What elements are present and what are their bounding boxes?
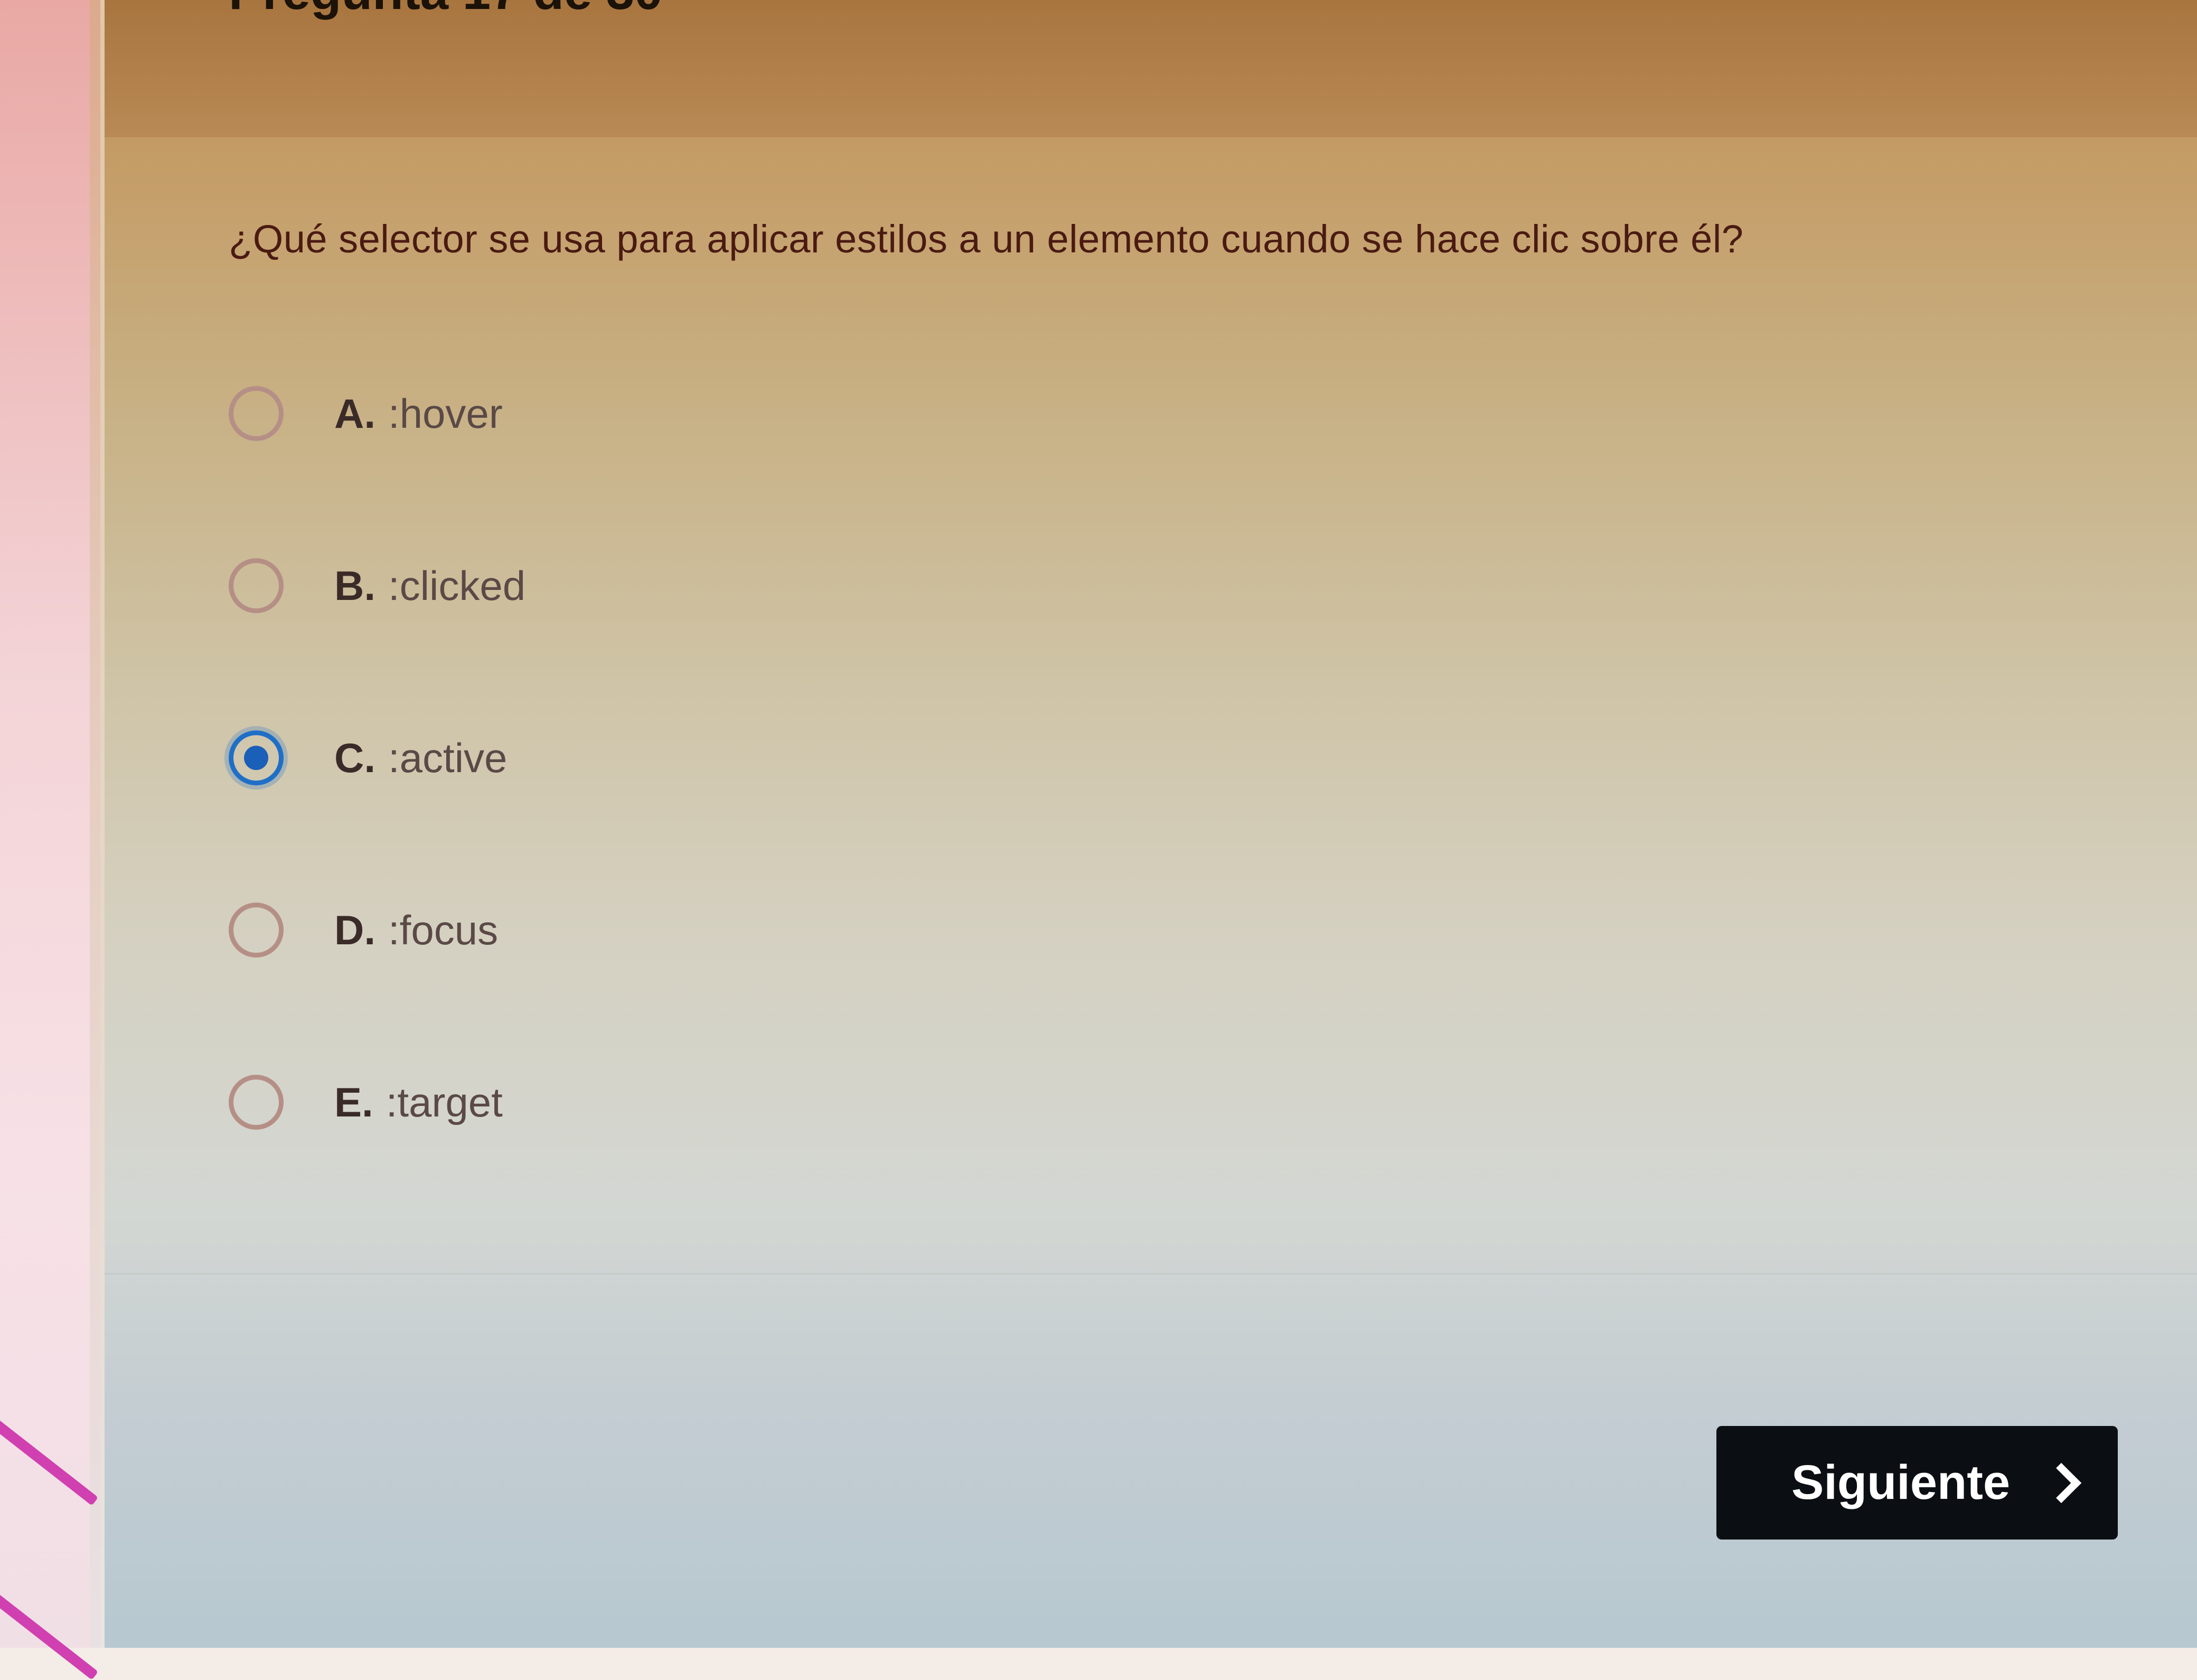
option-label: :focus xyxy=(388,906,499,953)
radio-button[interactable] xyxy=(229,1075,284,1130)
quiz-header: Pregunta 17 de 30 xyxy=(105,0,2197,137)
option-letter: D. xyxy=(334,906,375,953)
option-label: :hover xyxy=(388,390,503,437)
option-letter: E. xyxy=(334,1078,373,1125)
radio-button[interactable] xyxy=(229,558,284,613)
option-d[interactable]: D. :focus xyxy=(229,844,525,1016)
radio-button[interactable] xyxy=(229,903,284,958)
radio-button[interactable] xyxy=(229,730,284,785)
option-e[interactable]: E. :target xyxy=(229,1016,525,1188)
option-letter: C. xyxy=(334,734,375,781)
chevron-right-icon xyxy=(2041,1462,2082,1503)
quiz-card: Pregunta 17 de 30 ¿Qué selector se usa p… xyxy=(105,0,2197,1648)
left-border-line xyxy=(90,0,105,1648)
option-letter: A. xyxy=(334,390,375,437)
option-label: :target xyxy=(386,1078,503,1125)
option-b[interactable]: B. :clicked xyxy=(229,500,525,672)
option-a[interactable]: A. :hover xyxy=(229,327,525,500)
answer-options: A. :hover B. :clicked C. :active D. :foc… xyxy=(229,327,525,1188)
footer-divider xyxy=(105,1273,2197,1275)
question-counter: Pregunta 17 de 30 xyxy=(229,0,663,21)
option-label: :clicked xyxy=(388,562,526,609)
question-text: ¿Qué selector se usa para aplicar estilo… xyxy=(229,217,1744,261)
radio-button[interactable] xyxy=(229,386,284,441)
next-button-label: Siguiente xyxy=(1791,1456,2010,1509)
next-button[interactable]: Siguiente xyxy=(1716,1426,2118,1540)
option-c[interactable]: C. :active xyxy=(229,672,525,844)
option-letter: B. xyxy=(334,562,375,609)
option-label: :active xyxy=(388,734,508,781)
left-decorative-strip xyxy=(0,0,100,1648)
